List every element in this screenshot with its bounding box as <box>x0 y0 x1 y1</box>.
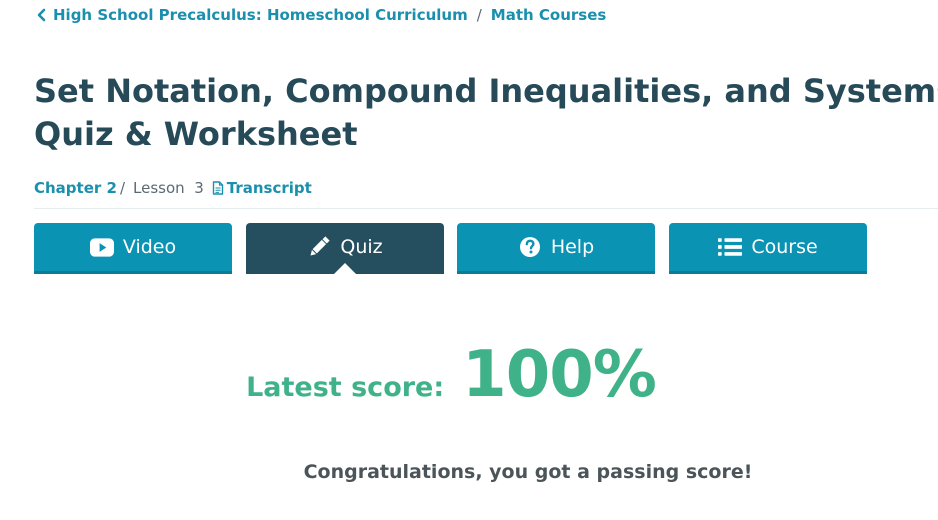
document-icon <box>212 181 224 195</box>
tab-help-label: Help <box>550 236 595 258</box>
page-title-line2: Quiz & Worksheet <box>34 115 358 153</box>
transcript-link[interactable]: Transcript <box>204 179 312 197</box>
play-icon <box>89 236 114 258</box>
tab-video[interactable]: Video <box>34 223 232 274</box>
tab-quiz[interactable]: Quiz <box>246 223 444 274</box>
tab-course[interactable]: Course <box>669 223 867 274</box>
breadcrumb-course-link[interactable]: High School Precalculus: Homeschool Curr… <box>35 6 468 24</box>
active-tab-pointer <box>334 263 356 274</box>
list-icon <box>718 236 743 258</box>
meta-separator: / <box>119 179 126 197</box>
tab-help[interactable]: Help <box>457 223 655 274</box>
page-title-line1: Set Notation, Compound Inequalities, and… <box>34 72 938 110</box>
breadcrumb-separator: / <box>476 6 482 24</box>
lesson-number: Lesson 3 <box>133 179 204 197</box>
score-value: 100% <box>462 338 657 412</box>
tab-quiz-label: Quiz <box>340 236 383 258</box>
page-title: Set Notation, Compound Inequalities, and… <box>34 70 938 156</box>
tab-video-label: Video <box>122 236 177 258</box>
score-label: Latest score: <box>246 372 445 403</box>
breadcrumb: High School Precalculus: Homeschool Curr… <box>35 5 606 25</box>
tab-course-label: Course <box>751 236 818 258</box>
lesson-meta: Chapter 2 / Lesson 3 Transcript <box>34 178 312 198</box>
chapter-link[interactable]: Chapter 2 <box>34 179 117 197</box>
transcript-label: Transcript <box>226 179 312 197</box>
chevron-left-icon <box>35 8 49 22</box>
divider <box>34 208 938 209</box>
breadcrumb-category-link[interactable]: Math Courses <box>491 6 607 24</box>
breadcrumb-course-label: High School Precalculus: Homeschool Curr… <box>53 6 468 24</box>
result-message: Congratulations, you got a passing score… <box>303 461 753 483</box>
score-summary: Latest score: 100% <box>0 338 938 412</box>
question-circle-icon <box>518 236 542 258</box>
pencil-icon <box>307 236 331 258</box>
